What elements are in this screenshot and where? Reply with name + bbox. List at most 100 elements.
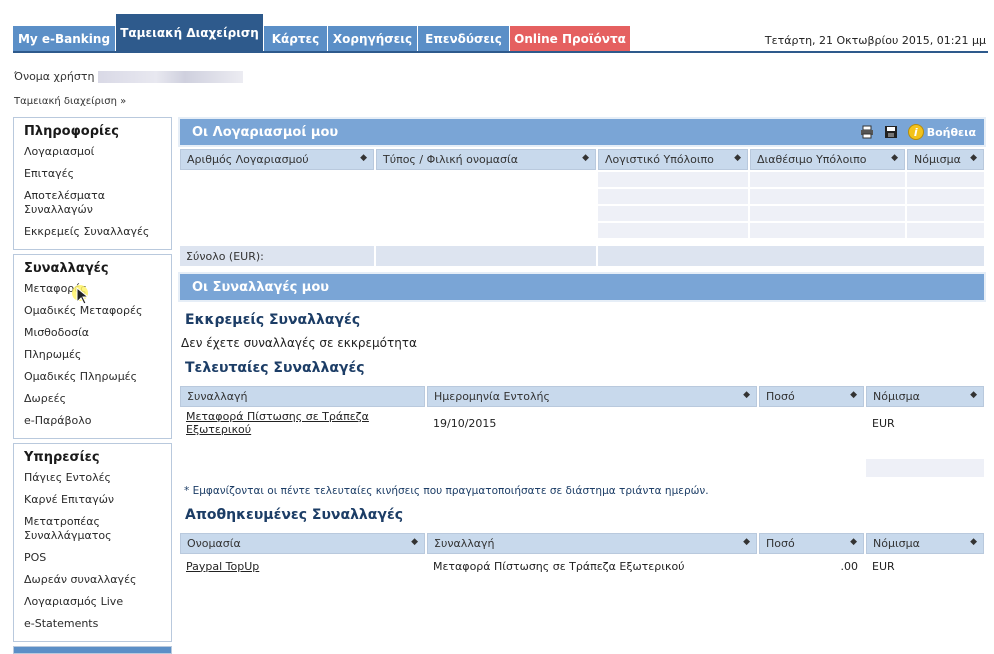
redacted-cell bbox=[180, 189, 374, 204]
sort-icon[interactable]: ◆ bbox=[850, 390, 857, 400]
column-header[interactable]: Νόμισμα ◆ bbox=[866, 386, 984, 407]
username-label: Όνομα χρήστη bbox=[14, 70, 95, 83]
accounts-table: Αριθμός Λογαριασμού ◆ Τύπος / Φιλική ονομ… bbox=[178, 147, 986, 268]
table-row[interactable] bbox=[180, 578, 984, 596]
column-header[interactable]: Συναλλαγή ◆ bbox=[427, 533, 757, 554]
column-header[interactable]: Νόμισμα ◆ bbox=[866, 533, 984, 554]
sidebar-item-group-payments[interactable]: Ομαδικές Πληρωμές bbox=[24, 370, 171, 384]
column-header[interactable]: Λογιστικό Υπόλοιπο ◆ bbox=[598, 149, 748, 170]
table-row[interactable] bbox=[180, 223, 984, 238]
redacted-cell bbox=[180, 223, 374, 238]
redacted-cell bbox=[180, 206, 374, 221]
sort-icon[interactable]: ◆ bbox=[891, 153, 898, 163]
redacted-cell bbox=[907, 223, 984, 238]
saved-name-link[interactable]: Paypal TopUp bbox=[180, 556, 425, 576]
table-header-row: Συναλλαγή Ημερομηνία Εντολής ◆ Ποσό ◆ Νόμι… bbox=[180, 386, 984, 407]
table-row[interactable]: Paypal TopUp Μεταφορά Πίστωσης σε Τράπεζ… bbox=[180, 556, 984, 576]
redacted-cell bbox=[376, 206, 596, 221]
sort-icon[interactable]: ◆ bbox=[970, 153, 977, 163]
sort-icon[interactable]: ◆ bbox=[970, 537, 977, 547]
column-header[interactable]: Αριθμός Λογαριασμού ◆ bbox=[180, 149, 374, 170]
total-row: Σύνολο (EUR): bbox=[180, 246, 984, 266]
info-icon: i bbox=[907, 124, 924, 140]
tab-investments[interactable]: Επενδύσεις bbox=[418, 26, 510, 51]
table-row[interactable] bbox=[180, 206, 984, 221]
redacted-cell bbox=[598, 223, 748, 238]
sort-icon[interactable]: ◆ bbox=[411, 537, 418, 547]
sidebar-item-cheque-books[interactable]: Καρνέ Επιταγών bbox=[24, 493, 171, 507]
sort-icon[interactable]: ◆ bbox=[360, 153, 367, 163]
column-header[interactable]: Ποσό ◆ bbox=[759, 533, 864, 554]
column-header[interactable]: Νόμισμα ◆ bbox=[907, 149, 984, 170]
column-header[interactable]: Τύπος / Φιλική ονομασία ◆ bbox=[376, 149, 596, 170]
sidebar-item-payroll[interactable]: Μισθοδοσία bbox=[24, 326, 171, 340]
tab-loans[interactable]: Χορηγήσεις bbox=[328, 26, 418, 51]
mouse-cursor-icon bbox=[72, 285, 90, 305]
sort-icon[interactable]: ◆ bbox=[734, 153, 741, 163]
sidebar-item-group-transfers[interactable]: Ομαδικές Μεταφορές bbox=[24, 304, 171, 318]
redacted-cell bbox=[598, 189, 748, 204]
redacted-cell bbox=[750, 223, 905, 238]
save-icon[interactable] bbox=[884, 125, 898, 139]
sidebar-item-pos[interactable]: POS bbox=[24, 551, 171, 565]
tab-cards[interactable]: Κάρτες bbox=[264, 26, 328, 51]
table-row[interactable] bbox=[180, 172, 984, 187]
column-header[interactable]: Ημερομηνία Εντολής ◆ bbox=[427, 386, 757, 407]
sidebar-item-free-transactions[interactable]: Δωρεάν συναλλαγές bbox=[24, 573, 171, 587]
column-header[interactable]: Διαθέσιμο Υπόλοιπο ◆ bbox=[750, 149, 905, 170]
saved-currency: EUR bbox=[866, 556, 984, 576]
sidebar-item-accounts[interactable]: Λογαριασμοί bbox=[24, 145, 171, 159]
sidebar-item-transfers[interactable]: Μεταφορές bbox=[24, 282, 171, 296]
current-datetime: Τετάρτη, 21 Οκτωβρίου 2015, 01:21 μμ bbox=[764, 34, 986, 47]
redacted-cell bbox=[759, 439, 864, 457]
table-row[interactable] bbox=[180, 439, 984, 457]
redacted-cell bbox=[598, 206, 748, 221]
print-icon[interactable] bbox=[860, 125, 874, 139]
sidebar-item-payments[interactable]: Πληρωμές bbox=[24, 348, 171, 362]
redacted-cell bbox=[376, 189, 596, 204]
redacted-cell bbox=[750, 189, 905, 204]
sidebar-item-donations[interactable]: Δωρεές bbox=[24, 392, 171, 406]
username-redacted bbox=[98, 70, 244, 83]
sort-icon[interactable]: ◆ bbox=[850, 537, 857, 547]
total-label: Σύνολο (EUR): bbox=[180, 246, 374, 266]
tab-cash-management[interactable]: Ταμειακή Διαχείριση bbox=[116, 14, 264, 51]
username-row: Όνομα χρήστη bbox=[14, 70, 244, 83]
redacted-cell bbox=[427, 578, 757, 596]
sidebar-item-cheques[interactable]: Επιταγές bbox=[24, 167, 171, 181]
transactions-panel-title: Οι Συναλλαγές μου bbox=[192, 279, 330, 295]
transactions-panel-header: Οι Συναλλαγές μου bbox=[178, 272, 986, 302]
pending-heading: Εκκρεμείς Συναλλαγές bbox=[185, 312, 361, 328]
sidebar-item-e-statements[interactable]: e-Statements bbox=[24, 617, 171, 631]
table-row[interactable] bbox=[180, 459, 984, 477]
sidebar-group-title: Πληροφορίες bbox=[24, 124, 120, 139]
sidebar-item-live-account[interactable]: Λογαριασμός Live bbox=[24, 595, 171, 609]
table-row[interactable]: Μεταφορά Πίστωσης σε Τράπεζα Εξωτερικού … bbox=[180, 409, 984, 437]
sort-icon[interactable]: ◆ bbox=[582, 153, 589, 163]
sidebar-item-transaction-results[interactable]: Αποτελέσματα Συναλλαγών bbox=[24, 189, 171, 217]
column-header[interactable]: Ονομασία ◆ bbox=[180, 533, 425, 554]
breadcrumb: Ταμειακή διαχείριση » bbox=[14, 96, 127, 107]
transaction-currency: EUR bbox=[866, 409, 984, 437]
sidebar-item-currency-converter[interactable]: Μετατροπέας Συναλλάγματος bbox=[24, 515, 171, 543]
pending-empty-message: Δεν έχετε συναλλαγές σε εκκρεμότητα bbox=[181, 336, 417, 350]
column-header[interactable]: Συναλλαγή bbox=[180, 386, 425, 407]
transaction-date: 19/10/2015 bbox=[427, 409, 757, 437]
sidebar-item-e-paravolo[interactable]: e-Παράβολο bbox=[24, 414, 171, 428]
redacted-cell bbox=[866, 459, 984, 477]
tab-online-products[interactable]: Online Προϊόντα bbox=[510, 26, 631, 51]
sidebar-item-pending-transactions[interactable]: Εκκρεμείς Συναλλαγές bbox=[24, 225, 171, 239]
sidebar-item-standing-orders[interactable]: Πάγιες Εντολές bbox=[24, 471, 171, 485]
table-header-row: Αριθμός Λογαριασμού ◆ Τύπος / Φιλική ονομ… bbox=[180, 149, 984, 170]
sort-icon[interactable]: ◆ bbox=[743, 390, 750, 400]
column-header[interactable]: Ποσό ◆ bbox=[759, 386, 864, 407]
sort-icon[interactable]: ◆ bbox=[970, 390, 977, 400]
help-button[interactable]: i Βοήθεια bbox=[907, 124, 976, 140]
table-row[interactable] bbox=[180, 189, 984, 204]
transaction-type-link[interactable]: Μεταφορά Πίστωσης σε Τράπεζα Εξωτερικού bbox=[180, 409, 425, 437]
recent-transactions-table: Συναλλαγή Ημερομηνία Εντολής ◆ Ποσό ◆ Νόμι… bbox=[178, 384, 986, 479]
sort-icon[interactable]: ◆ bbox=[743, 537, 750, 547]
saved-heading: Αποθηκευμένες Συναλλαγές bbox=[185, 507, 404, 523]
redacted-cell bbox=[866, 439, 984, 457]
tab-my-ebanking[interactable]: My e-Banking bbox=[13, 26, 116, 51]
